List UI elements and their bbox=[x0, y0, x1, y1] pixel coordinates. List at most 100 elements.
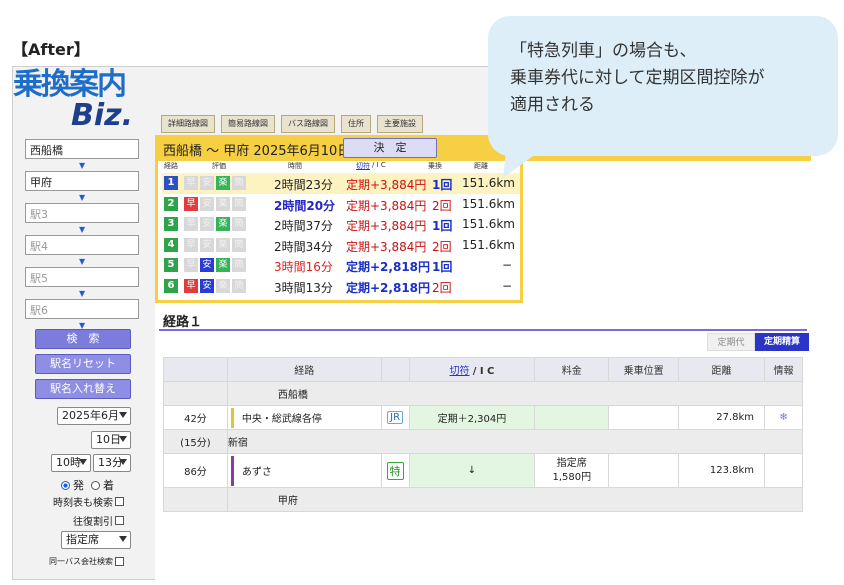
route-fare: 定期+3,884円 bbox=[346, 198, 427, 213]
cell-blank bbox=[163, 487, 228, 512]
route-distance: 151.6km bbox=[462, 237, 515, 252]
arrow-down-icon: ▼ bbox=[79, 161, 86, 170]
table-row: 42分 中央・総武線各停 JR 定期＋2,304円 27.8km ❄ bbox=[163, 405, 803, 430]
swap-stations-button[interactable]: 駅名入れ替え bbox=[35, 379, 131, 399]
reset-stations-button[interactable]: 駅名リセット bbox=[35, 354, 131, 374]
timetable-checkbox[interactable] bbox=[115, 497, 124, 506]
tab-address[interactable]: 住所 bbox=[341, 115, 371, 133]
cell-blank bbox=[163, 381, 228, 406]
timetable-check-label: 時刻表も検索 bbox=[53, 498, 113, 509]
station-input-4[interactable]: 駅4 bbox=[25, 235, 139, 255]
eval-easy-icon: 楽 bbox=[216, 278, 230, 293]
minute-select[interactable]: 13分 bbox=[93, 454, 131, 472]
tab-detail-map[interactable]: 詳細路線図 bbox=[161, 115, 215, 133]
hour-select-value: 10時 bbox=[56, 456, 81, 469]
hour-select[interactable]: 10時 bbox=[51, 454, 91, 472]
eval-simple-icon: 簡 bbox=[232, 278, 246, 293]
route-row-2[interactable]: 2 早安楽簡 2時間20分 定期+3,884円 2回 151.6km bbox=[162, 194, 520, 215]
route-time: 2時間23分 bbox=[274, 178, 333, 192]
route-row-1[interactable]: 1 早安楽簡 2時間23分 定期+3,884円 1回 151.6km bbox=[162, 173, 520, 194]
radio-depart[interactable] bbox=[61, 480, 70, 490]
seg2-minutes: 86分 bbox=[163, 453, 228, 488]
logo-bottom: Biz. bbox=[71, 98, 134, 133]
detail-head-info: 情報 bbox=[764, 357, 803, 382]
seg2-line[interactable]: あずさ bbox=[242, 467, 272, 478]
callout-line-1: 「特急列車」の場合も、 bbox=[510, 41, 697, 61]
route-row-6[interactable]: 6 早安楽簡 3時間13分 定期+2,818円 2回 − bbox=[162, 276, 520, 297]
route-time: 3時間16分 bbox=[274, 260, 333, 274]
arrow-down-icon: ▼ bbox=[79, 193, 86, 202]
day-select[interactable]: 10日 bbox=[91, 431, 131, 449]
seg2-position bbox=[608, 453, 680, 488]
eval-safe-icon: 安 bbox=[200, 196, 214, 211]
detail-head-charge: 料金 bbox=[534, 357, 610, 382]
route-time: 3時間13分 bbox=[274, 280, 333, 295]
tab-facilities[interactable]: 主要施設 bbox=[377, 115, 423, 133]
seg2-fare: ↓ bbox=[408, 453, 536, 488]
route-transfers: 1回 bbox=[432, 260, 453, 274]
toggle-commuter-settle[interactable]: 定期精算 bbox=[755, 333, 809, 351]
route-fare: 定期+3,884円 bbox=[346, 178, 427, 192]
seg2-charge: 指定席 1,580円 bbox=[534, 453, 610, 488]
timetable-check-row: 時刻表も検索 bbox=[53, 494, 124, 509]
col-head-route: 経路 bbox=[164, 162, 178, 170]
seg1-line[interactable]: 中央・総武線各停 bbox=[242, 414, 322, 425]
eval-fast-icon: 早 bbox=[184, 196, 198, 211]
detail-head-fare-link[interactable]: 切符 bbox=[450, 366, 470, 377]
station-input-3[interactable]: 駅3 bbox=[25, 203, 139, 223]
bus-checkbox[interactable] bbox=[115, 557, 124, 566]
route-distance: − bbox=[502, 258, 513, 272]
depart-arrive-radio: 発 着 bbox=[61, 477, 114, 493]
caret-down-icon bbox=[79, 459, 87, 465]
route-number[interactable]: 1 bbox=[164, 176, 178, 190]
eval-fast-icon: 早 bbox=[184, 237, 198, 252]
seat-select[interactable]: 指定席 bbox=[61, 531, 131, 549]
month-select[interactable]: 2025年6月 bbox=[57, 407, 131, 425]
eval-safe-icon: 安 bbox=[200, 258, 214, 272]
station-input-1[interactable]: 西船橋 bbox=[25, 139, 139, 159]
route-row-5[interactable]: 5 早安楽簡 3時間16分 定期+2,818円 1回 − bbox=[162, 255, 520, 276]
toggle-commuter-fare[interactable]: 定期代 bbox=[707, 333, 755, 351]
snowflake-icon[interactable]: ❄ bbox=[779, 412, 787, 423]
route-row-3[interactable]: 3 早安楽簡 2時間37分 定期+3,884円 1回 151.6km bbox=[162, 214, 520, 235]
seg1-badge-cell: JR bbox=[380, 405, 410, 430]
col-head-fare-link[interactable]: 切符 bbox=[356, 161, 370, 171]
decide-button[interactable]: 決 定 bbox=[343, 138, 437, 158]
route-detail-title: 経路１ bbox=[163, 315, 203, 330]
radio-arrive[interactable] bbox=[91, 480, 100, 490]
route-number[interactable]: 5 bbox=[164, 258, 178, 272]
eval-safe-icon: 安 bbox=[200, 278, 214, 293]
detail-head-fare: 切符 / I C bbox=[408, 357, 536, 382]
table-row: 甲府 bbox=[163, 487, 804, 512]
station-input-6[interactable]: 駅6 bbox=[25, 299, 139, 319]
callout-line-3: 適用される bbox=[510, 95, 595, 115]
station-input-2[interactable]: 甲府 bbox=[25, 171, 139, 191]
route-number[interactable]: 4 bbox=[164, 237, 178, 252]
eval-fast-icon: 早 bbox=[184, 278, 198, 293]
roundtrip-checkbox[interactable] bbox=[115, 516, 124, 525]
seg1-line-cell: 中央・総武線各停 bbox=[226, 405, 382, 430]
tab-simple-map[interactable]: 簡易路線図 bbox=[221, 115, 275, 133]
route-time: 2時間20分 bbox=[274, 198, 336, 213]
route-detail-table: 経路 切符 / I C 料金 乗車位置 距離 情報 西船橋 42分 中央・総武線… bbox=[163, 357, 804, 512]
callout-bubble: 「特急列車」の場合も、 乗車券代に対して定期区間控除が 適用される bbox=[488, 16, 838, 156]
route-number[interactable]: 6 bbox=[164, 278, 178, 293]
route-time: 2時間34分 bbox=[274, 239, 333, 254]
route-title: 西船橋 〜 甲府 2025年6月10日 bbox=[163, 144, 351, 159]
eval-easy-icon: 楽 bbox=[216, 176, 230, 190]
month-select-value: 2025年6月 bbox=[62, 409, 119, 422]
search-button[interactable]: 検 索 bbox=[35, 329, 131, 349]
end-station: 甲府 bbox=[226, 487, 804, 512]
tab-bus-map[interactable]: バス路線図 bbox=[281, 115, 335, 133]
caret-down-icon bbox=[119, 436, 127, 442]
eval-easy-icon: 楽 bbox=[216, 217, 230, 231]
jr-badge: JR bbox=[387, 411, 404, 424]
caret-down-icon bbox=[119, 459, 127, 465]
station-input-5[interactable]: 駅5 bbox=[25, 267, 139, 287]
eval-simple-icon: 簡 bbox=[232, 237, 246, 252]
logo: 乗換案内 Biz. bbox=[13, 69, 153, 133]
route-number[interactable]: 3 bbox=[164, 217, 178, 231]
route-number[interactable]: 2 bbox=[164, 196, 178, 211]
route-distance: − bbox=[502, 278, 513, 293]
route-row-4[interactable]: 4 早安楽簡 2時間34分 定期+3,884円 2回 151.6km bbox=[162, 235, 520, 256]
